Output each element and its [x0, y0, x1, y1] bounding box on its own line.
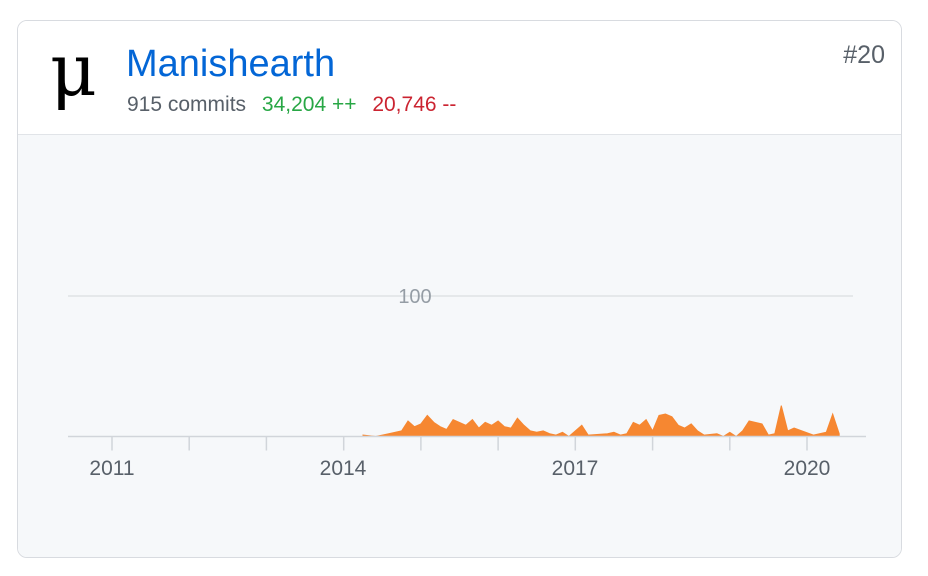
contributor-header: μ Manishearth 915 commits 34,204 ++ 20,7…: [18, 21, 901, 135]
y-tick-label-100: 100: [398, 286, 431, 308]
additions-count: 34,204 ++: [261, 93, 357, 116]
commit-count[interactable]: 915 commits: [127, 93, 246, 116]
x-tick-label-2011: 2011: [89, 457, 134, 480]
contributor-rank: #20: [843, 41, 885, 69]
contributor-card: μ Manishearth 915 commits 34,204 ++ 20,7…: [17, 20, 902, 558]
deletions-count: 20,746 --: [372, 93, 457, 116]
contributor-username-link[interactable]: Manishearth: [126, 39, 335, 89]
commit-activity-chart: 100 2011 2014 2017 2020: [18, 135, 901, 557]
contributor-stats: 915 commits 34,204 ++ 20,746 --: [127, 91, 456, 119]
commit-area-series: [362, 405, 840, 438]
x-axis-ticks: [111, 436, 808, 451]
x-tick-label-2017: 2017: [552, 457, 599, 480]
x-tick-label-2014: 2014: [320, 457, 367, 480]
avatar-glyph: μ: [50, 35, 97, 112]
commit-activity-svg: 100 2011 2014 2017 2020: [68, 286, 866, 480]
x-tick-label-2020: 2020: [784, 457, 831, 480]
mu-glyph-avatar[interactable]: μ: [48, 35, 118, 115]
